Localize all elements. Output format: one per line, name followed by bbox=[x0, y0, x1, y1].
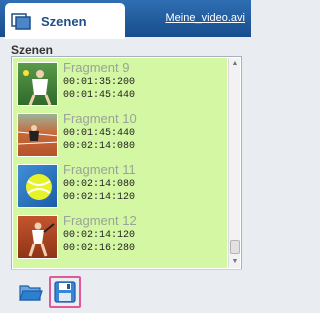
scroll-up-arrow-icon[interactable]: ▲ bbox=[230, 59, 240, 69]
fragment-name: Fragment 10 bbox=[63, 111, 137, 126]
fragment-name: Fragment 11 bbox=[63, 162, 136, 177]
list-item[interactable]: Fragment 12 00:02:14:120 00:02:16:280 bbox=[17, 213, 223, 263]
save-button[interactable] bbox=[49, 276, 81, 308]
fragment-thumbnail bbox=[17, 62, 58, 106]
list-scrollbar[interactable]: ▲ ▼ bbox=[228, 58, 240, 268]
fragment-name: Fragment 12 bbox=[63, 213, 137, 228]
fragment-start-time: 00:02:14:080 bbox=[63, 179, 136, 190]
fragment-end-time: 00:01:45:440 bbox=[63, 90, 136, 101]
list-item[interactable]: Fragment 10 00:01:45:440 00:02:14:080 bbox=[17, 111, 223, 161]
fragment-thumbnail bbox=[17, 164, 58, 208]
scroll-thumb[interactable] bbox=[230, 240, 240, 254]
fragment-name: Fragment 9 bbox=[63, 60, 130, 75]
fragment-thumbnail bbox=[17, 113, 58, 157]
file-name-link[interactable]: Meine_video.avi bbox=[166, 12, 246, 24]
fragment-list: Fragment 9 00:01:35:200 00:01:45:440 Fra… bbox=[13, 58, 227, 268]
section-title: Szenen bbox=[11, 43, 54, 57]
list-item[interactable]: Fragment 9 00:01:35:200 00:01:45:440 bbox=[17, 60, 223, 110]
fragment-list-panel: Fragment 9 00:01:35:200 00:01:45:440 Fra… bbox=[11, 56, 242, 270]
toolbar bbox=[11, 272, 242, 310]
fragment-end-time: 00:02:14:120 bbox=[63, 192, 136, 203]
scroll-down-arrow-icon[interactable]: ▼ bbox=[230, 257, 240, 267]
fragment-thumbnail bbox=[17, 215, 58, 259]
open-folder-button[interactable] bbox=[15, 276, 47, 308]
folder-open-icon bbox=[19, 285, 43, 301]
fragment-start-time: 00:02:14:120 bbox=[63, 230, 136, 241]
fragment-end-time: 00:02:16:280 bbox=[63, 243, 136, 254]
fragment-start-time: 00:01:35:200 bbox=[63, 77, 136, 88]
tab-bar: Szenen Meine_video.avi bbox=[0, 0, 251, 39]
fragment-start-time: 00:01:45:440 bbox=[63, 128, 136, 139]
tab-label: Szenen bbox=[41, 13, 87, 29]
save-disk-icon bbox=[54, 281, 76, 303]
tab-szenen[interactable]: Szenen bbox=[5, 3, 125, 39]
scene-icon bbox=[11, 13, 31, 30]
divider bbox=[11, 269, 242, 270]
list-item[interactable]: Fragment 11 00:02:14:080 00:02:14:120 bbox=[17, 162, 223, 212]
fragment-end-time: 00:02:14:080 bbox=[63, 141, 136, 152]
